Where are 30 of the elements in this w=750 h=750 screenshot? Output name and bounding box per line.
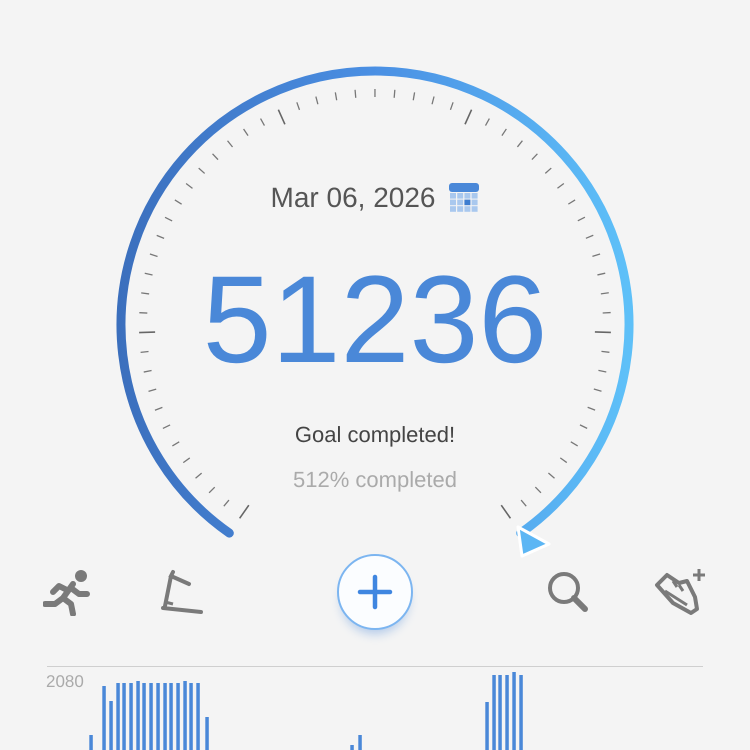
chart-bar [149, 683, 153, 750]
chart-bar [350, 745, 354, 750]
chart-bar [205, 717, 209, 750]
chart-bar [89, 735, 93, 750]
calendar-icon[interactable] [448, 182, 480, 214]
chart-bar [163, 683, 167, 750]
date-label: Mar 06, 2026 [270, 181, 436, 215]
chart-bar [189, 683, 193, 750]
search-icon[interactable] [545, 569, 591, 615]
goal-status: Goal completed! [294, 421, 456, 449]
runner-icon[interactable] [43, 568, 93, 616]
chart-bar [485, 702, 489, 750]
step-count: 51236 [202, 258, 548, 382]
chart-bar [136, 681, 140, 750]
completion-percent: 512% completed [293, 466, 457, 494]
chart-bar [102, 686, 106, 750]
chart-bar [358, 735, 362, 750]
chart-bar [183, 681, 187, 750]
arrow-head-icon [516, 526, 550, 558]
chart-bar [169, 683, 173, 750]
chart-bar [129, 683, 133, 750]
chart-bar [196, 683, 200, 750]
chart-bar [116, 683, 120, 750]
chart-bar [109, 701, 113, 750]
chart-bar [122, 683, 126, 750]
chart-bar [156, 683, 160, 750]
chart-bar [142, 683, 146, 750]
plus-icon [357, 574, 393, 610]
chart-max-label: 2080 [46, 672, 84, 692]
chart-bar [176, 683, 180, 750]
